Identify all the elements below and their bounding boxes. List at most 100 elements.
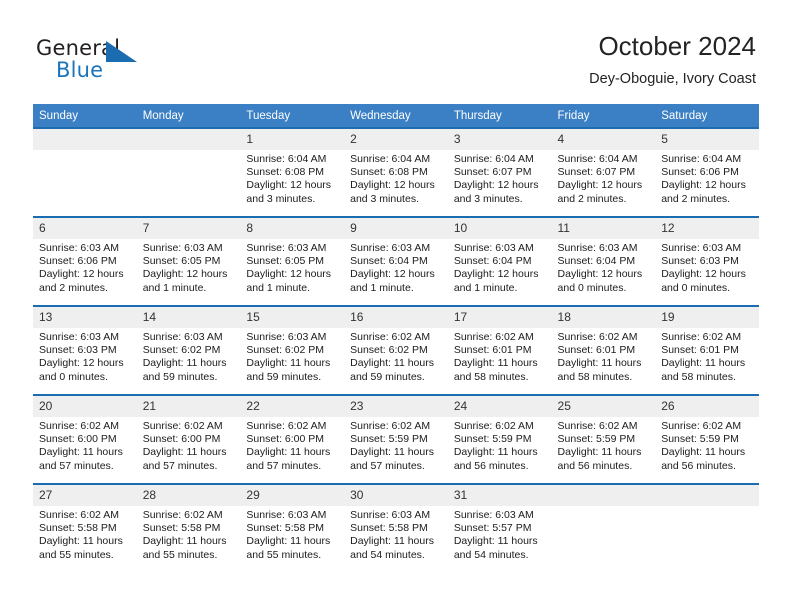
weekday-header-row: Sunday Monday Tuesday Wednesday Thursday…: [33, 104, 759, 128]
sunrise-text: Sunrise: 6:02 AM: [39, 509, 119, 521]
day-info: Sunrise: 6:03 AM Sunset: 5:57 PM Dayligh…: [448, 506, 552, 562]
day-cell[interactable]: 24 Sunrise: 6:02 AM Sunset: 5:59 PM Dayl…: [447, 394, 552, 484]
sunrise-text: Sunrise: 6:03 AM: [246, 242, 327, 254]
day-cell[interactable]: 19 Sunrise: 6:02 AM Sunset: 6:01 PM Dayl…: [655, 305, 759, 395]
sunset-text: Sunset: 5:57 PM: [453, 522, 532, 535]
sunrise-text: Sunrise: 6:03 AM: [39, 242, 119, 254]
sunset-text: Sunset: 6:08 PM: [350, 166, 428, 179]
weekday-thursday: Thursday: [447, 104, 552, 128]
day-cell[interactable]: 10 Sunrise: 6:03 AM Sunset: 6:04 PM Dayl…: [447, 216, 552, 306]
day-cell[interactable]: 29 Sunrise: 6:03 AM Sunset: 5:58 PM Dayl…: [240, 483, 345, 572]
calendar-table: Sunday Monday Tuesday Wednesday Thursday…: [33, 104, 759, 572]
brand-name-blue: Blue: [56, 58, 104, 82]
day-cell[interactable]: 9 Sunrise: 6:03 AM Sunset: 6:04 PM Dayli…: [344, 216, 448, 306]
day-info: Sunrise: 6:03 AM Sunset: 6:02 PM Dayligh…: [240, 328, 344, 384]
day-cell[interactable]: 25 Sunrise: 6:02 AM Sunset: 5:59 PM Dayl…: [551, 394, 656, 484]
day-number: 8: [240, 218, 345, 239]
day-cell[interactable]: 18 Sunrise: 6:02 AM Sunset: 6:01 PM Dayl…: [551, 305, 656, 395]
page-title: October 2024: [598, 31, 756, 61]
brand-logo[interactable]: General Blue: [36, 36, 226, 88]
day-info: Sunrise: 6:03 AM Sunset: 6:04 PM Dayligh…: [552, 239, 656, 295]
sunset-text: Sunset: 6:02 PM: [246, 344, 325, 357]
day-cell[interactable]: 13 Sunrise: 6:03 AM Sunset: 6:03 PM Dayl…: [33, 305, 137, 395]
sunrise-text: Sunrise: 6:03 AM: [453, 509, 534, 521]
day-cell[interactable]: 23 Sunrise: 6:02 AM Sunset: 5:59 PM Dayl…: [344, 394, 448, 484]
day-cell[interactable]: 22 Sunrise: 6:02 AM Sunset: 6:00 PM Dayl…: [240, 394, 345, 484]
day-info: Sunrise: 6:02 AM Sunset: 5:59 PM Dayligh…: [655, 417, 759, 473]
day-cell[interactable]: 20 Sunrise: 6:02 AM Sunset: 6:00 PM Dayl…: [33, 394, 137, 484]
day-info: Sunrise: 6:03 AM Sunset: 6:02 PM Dayligh…: [137, 328, 241, 384]
day-cell[interactable]: 31 Sunrise: 6:03 AM Sunset: 5:57 PM Dayl…: [447, 483, 552, 572]
day-cell[interactable]: 27 Sunrise: 6:02 AM Sunset: 5:58 PM Dayl…: [33, 483, 137, 572]
sunset-text: Sunset: 5:59 PM: [350, 433, 428, 446]
day-number: 31: [447, 485, 552, 506]
day-cell[interactable]: 30 Sunrise: 6:03 AM Sunset: 5:58 PM Dayl…: [344, 483, 448, 572]
day-number: 15: [240, 307, 345, 328]
sunrise-text: Sunrise: 6:02 AM: [142, 420, 223, 432]
day-cell[interactable]: [551, 483, 656, 572]
day-info: [33, 150, 137, 153]
daylight-text: Daylight: 12 hours and 1 minute.: [246, 268, 332, 294]
day-number: 22: [240, 396, 345, 417]
day-number: 16: [344, 307, 448, 328]
day-info: Sunrise: 6:03 AM Sunset: 5:58 PM Dayligh…: [240, 506, 344, 562]
weekday-saturday: Saturday: [655, 104, 759, 128]
sunset-text: Sunset: 6:01 PM: [557, 344, 636, 357]
day-cell[interactable]: 4 Sunrise: 6:04 AM Sunset: 6:07 PM Dayli…: [551, 127, 656, 217]
day-cell[interactable]: 14 Sunrise: 6:03 AM Sunset: 6:02 PM Dayl…: [136, 305, 241, 395]
day-number: 26: [655, 396, 759, 417]
daylight-text: Daylight: 11 hours and 57 minutes.: [39, 446, 123, 472]
page-subtitle: Dey-Oboguie, Ivory Coast: [589, 71, 756, 87]
sunset-text: Sunset: 5:59 PM: [661, 433, 739, 446]
day-cell[interactable]: [136, 127, 241, 217]
day-cell[interactable]: 12 Sunrise: 6:03 AM Sunset: 6:03 PM Dayl…: [655, 216, 759, 306]
day-cell[interactable]: 17 Sunrise: 6:02 AM Sunset: 6:01 PM Dayl…: [447, 305, 552, 395]
day-cell[interactable]: [655, 483, 759, 572]
day-cell[interactable]: 8 Sunrise: 6:03 AM Sunset: 6:05 PM Dayli…: [240, 216, 345, 306]
day-cell[interactable]: 3 Sunrise: 6:04 AM Sunset: 6:07 PM Dayli…: [447, 127, 552, 217]
day-cell[interactable]: 21 Sunrise: 6:02 AM Sunset: 6:00 PM Dayl…: [136, 394, 241, 484]
day-number: 5: [655, 129, 759, 150]
day-number: 23: [344, 396, 448, 417]
calendar-page: General Blue October 2024 Dey-Oboguie, I…: [0, 0, 792, 612]
day-cell[interactable]: 6 Sunrise: 6:03 AM Sunset: 6:06 PM Dayli…: [33, 216, 137, 306]
triangle-logo-icon: [106, 41, 137, 62]
day-info: Sunrise: 6:03 AM Sunset: 6:04 PM Dayligh…: [344, 239, 448, 295]
day-cell[interactable]: [33, 127, 137, 217]
day-number: [655, 485, 759, 506]
day-cell[interactable]: 7 Sunrise: 6:03 AM Sunset: 6:05 PM Dayli…: [136, 216, 241, 306]
week-row: 1 Sunrise: 6:04 AM Sunset: 6:08 PM Dayli…: [33, 127, 759, 217]
day-info: Sunrise: 6:03 AM Sunset: 6:05 PM Dayligh…: [137, 239, 241, 295]
sunrise-text: Sunrise: 6:03 AM: [246, 331, 327, 343]
sunrise-text: Sunrise: 6:02 AM: [453, 420, 534, 432]
day-info: Sunrise: 6:04 AM Sunset: 6:07 PM Dayligh…: [552, 150, 656, 206]
day-cell[interactable]: 2 Sunrise: 6:04 AM Sunset: 6:08 PM Dayli…: [344, 127, 448, 217]
daylight-text: Daylight: 11 hours and 54 minutes.: [350, 535, 434, 561]
day-info: Sunrise: 6:02 AM Sunset: 6:01 PM Dayligh…: [552, 328, 656, 384]
day-cell[interactable]: 1 Sunrise: 6:04 AM Sunset: 6:08 PM Dayli…: [240, 127, 345, 217]
sunrise-text: Sunrise: 6:02 AM: [350, 420, 431, 432]
day-info: Sunrise: 6:02 AM Sunset: 5:59 PM Dayligh…: [344, 417, 448, 473]
day-cell[interactable]: 11 Sunrise: 6:03 AM Sunset: 6:04 PM Dayl…: [551, 216, 656, 306]
daylight-text: Daylight: 11 hours and 58 minutes.: [453, 357, 538, 383]
day-number: 19: [655, 307, 759, 328]
day-cell[interactable]: 26 Sunrise: 6:02 AM Sunset: 5:59 PM Dayl…: [655, 394, 759, 484]
day-info: [655, 506, 759, 509]
day-info: Sunrise: 6:03 AM Sunset: 6:04 PM Dayligh…: [448, 239, 552, 295]
sunset-text: Sunset: 5:58 PM: [142, 522, 221, 535]
sunrise-text: Sunrise: 6:02 AM: [661, 331, 742, 343]
day-cell[interactable]: 28 Sunrise: 6:02 AM Sunset: 5:58 PM Dayl…: [136, 483, 241, 572]
sunset-text: Sunset: 6:06 PM: [39, 255, 117, 268]
sunrise-text: Sunrise: 6:03 AM: [661, 242, 742, 254]
day-info: Sunrise: 6:02 AM Sunset: 6:00 PM Dayligh…: [137, 417, 241, 473]
daylight-text: Daylight: 11 hours and 55 minutes.: [246, 535, 331, 561]
daylight-text: Daylight: 11 hours and 54 minutes.: [453, 535, 538, 561]
sunrise-text: Sunrise: 6:04 AM: [246, 153, 327, 165]
day-info: Sunrise: 6:02 AM Sunset: 6:00 PM Dayligh…: [33, 417, 137, 473]
day-info: Sunrise: 6:02 AM Sunset: 5:59 PM Dayligh…: [552, 417, 656, 473]
day-cell[interactable]: 16 Sunrise: 6:02 AM Sunset: 6:02 PM Dayl…: [344, 305, 448, 395]
day-cell[interactable]: 5 Sunrise: 6:04 AM Sunset: 6:06 PM Dayli…: [655, 127, 759, 217]
day-info: Sunrise: 6:02 AM Sunset: 6:02 PM Dayligh…: [344, 328, 448, 384]
sunrise-text: Sunrise: 6:02 AM: [453, 331, 534, 343]
day-cell[interactable]: 15 Sunrise: 6:03 AM Sunset: 6:02 PM Dayl…: [240, 305, 345, 395]
